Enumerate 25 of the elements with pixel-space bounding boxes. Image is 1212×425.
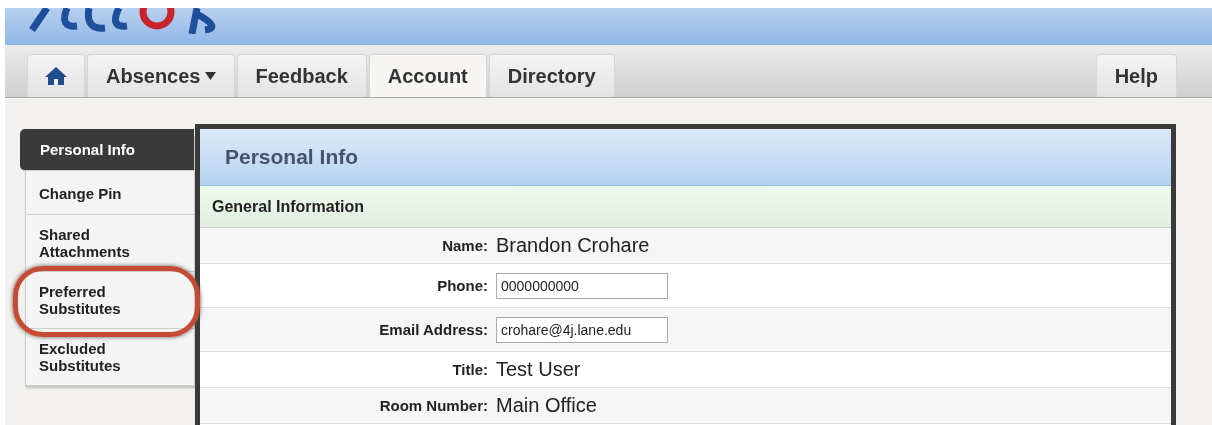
input-field[interactable]: crohare@4j.lane.edu	[496, 316, 668, 343]
sidebar-item[interactable]: Excluded Substitutes	[26, 329, 194, 386]
home-tab[interactable]	[27, 54, 85, 97]
sidebar-item[interactable]: Change Pin	[26, 173, 194, 215]
nav-tab[interactable]: Feedback	[236, 54, 367, 97]
field-label: Phone:	[436, 277, 489, 294]
field-value: Test User	[496, 358, 581, 381]
nav-tab[interactable]: Directory	[488, 54, 615, 97]
sidebar-item[interactable]: Shared Attachments	[26, 215, 194, 272]
help-tab[interactable]: Help	[1095, 54, 1177, 97]
sidebar-item[interactable]: Personal Info	[20, 129, 194, 171]
caret-icon	[204, 72, 216, 80]
field-label: Email Address:	[378, 321, 489, 338]
panel-title: Personal Info	[200, 129, 1171, 186]
field-label: Room Number:	[378, 397, 489, 414]
sidebar-item[interactable]: Preferred Substitutes	[26, 272, 194, 329]
home-icon	[44, 66, 68, 86]
input-field[interactable]: 0000000000	[496, 272, 668, 299]
field-value: Brandon Crohare	[496, 234, 650, 257]
section-header: General Information	[200, 186, 1171, 228]
field-label: Name:	[441, 237, 489, 254]
nav-tab[interactable]: Account	[368, 54, 487, 97]
nav-tab[interactable]: Absences	[87, 54, 235, 97]
field-value: Main Office	[496, 394, 597, 417]
field-label: Title:	[451, 361, 489, 378]
